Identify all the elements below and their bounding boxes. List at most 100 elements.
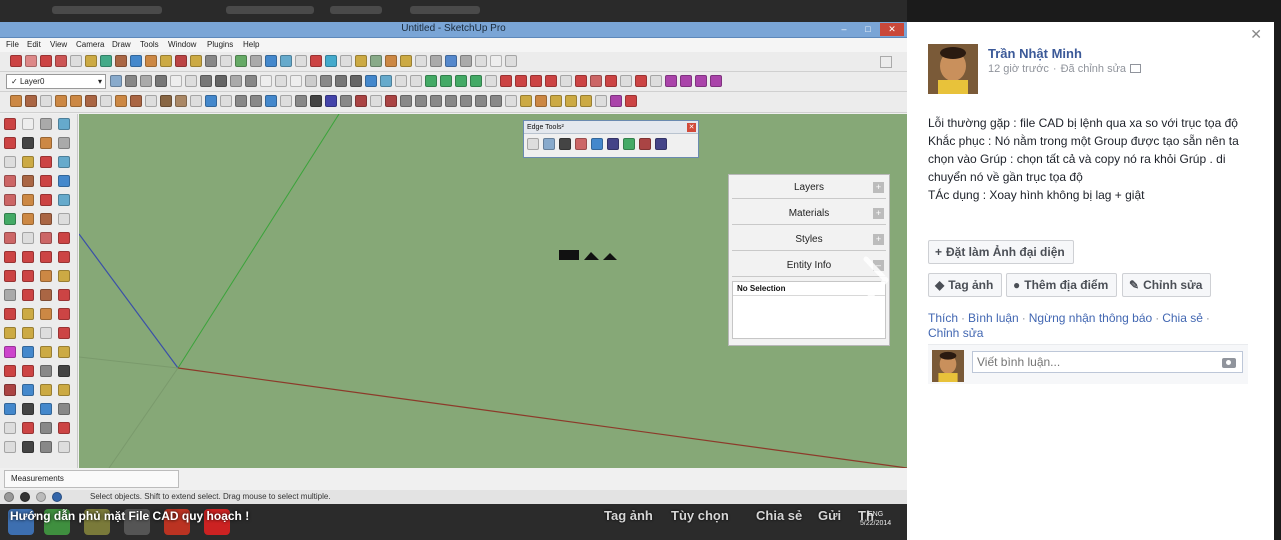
status-icons xyxy=(4,492,62,502)
privacy-icon[interactable] xyxy=(1130,64,1142,73)
photo-caption: Hướng dẫn phủ mặt File CAD quy hoạch ! xyxy=(10,509,250,523)
sketchup-menubar: File Edit View Camera Draw Tools Window … xyxy=(0,38,907,52)
toolbar-icons-2 xyxy=(110,75,722,89)
close-window-icon: ✕ xyxy=(880,23,904,36)
edit-button[interactable]: ✎ Chỉnh sửa xyxy=(1122,273,1212,297)
like-link[interactable]: Thích xyxy=(928,311,958,325)
close-icon[interactable]: ✕ xyxy=(1250,26,1262,43)
edge-tools-panel: Edge Tools² ✕ xyxy=(523,120,699,158)
camera-icon[interactable] xyxy=(1222,358,1236,368)
menu-plugins: Plugins xyxy=(207,40,234,49)
photo-tag-button[interactable]: Tag ảnh xyxy=(604,508,653,523)
menu-edit: Edit xyxy=(27,40,41,49)
taskbar-clock: ENG 5/22/2014 xyxy=(860,510,891,528)
tray-item-materials: Materials + xyxy=(732,203,886,225)
red-axis xyxy=(177,367,907,468)
status-bar: Select objects. Shift to extend select. … xyxy=(0,490,907,504)
next-photo-arrow-icon[interactable] xyxy=(858,255,892,305)
close-icon: ✕ xyxy=(687,123,696,132)
left-tool-palette xyxy=(0,114,78,468)
tray-item-layers: Layers + xyxy=(732,177,886,199)
tray-item-label: Styles xyxy=(795,234,823,245)
cad-object-1 xyxy=(559,250,579,260)
photo-send-button[interactable]: Gửi xyxy=(818,508,841,523)
red-axis-dotted xyxy=(79,356,179,369)
comment-link[interactable]: Bình luận xyxy=(968,311,1019,325)
minimize-icon: – xyxy=(841,24,847,34)
layer-select-value: Layer0 xyxy=(19,77,45,86)
toolbar-row-3 xyxy=(0,92,907,113)
photo[interactable]: Untitled - SketchUp Pro – □ ✕ File Edit … xyxy=(0,0,907,540)
post-actions: Thích · Bình luận · Ngừng nhận thông báo · Chi… xyxy=(928,311,1210,340)
maximize-icon: □ xyxy=(865,24,871,34)
comment-input[interactable] xyxy=(972,351,1243,373)
photo-viewer: Untitled - SketchUp Pro – □ ✕ File Edit … xyxy=(0,0,1281,540)
toolbar-row-2: ✓ Layer0 ▾ xyxy=(0,72,907,92)
clock-date: 5/22/2014 xyxy=(860,520,892,527)
toolbar-row-1 xyxy=(0,52,907,72)
tag-icon: ◆ xyxy=(935,278,945,292)
export-icon xyxy=(880,56,892,68)
post-edited[interactable]: Đã chỉnh sửa xyxy=(1061,63,1126,75)
post-line-1: Lỗi thường gặp : file CAD bị lệnh qua xa… xyxy=(928,116,1238,130)
tray-item-styles: Styles + xyxy=(732,229,886,251)
share-link[interactable]: Chia sẻ xyxy=(1162,311,1203,325)
tray-item-label: Entity Info xyxy=(786,260,832,271)
make-profile-picture-button[interactable]: + Đặt làm Ảnh đại diện xyxy=(928,240,1074,264)
add-location-button[interactable]: ● Thêm địa điểm xyxy=(1006,273,1118,297)
post-line-3: TÁc dụng : Xoay hình không bị lag + giật xyxy=(928,188,1145,202)
author-name[interactable]: Trần Nhật Minh xyxy=(988,46,1082,61)
post-time[interactable]: 12 giờ trước xyxy=(988,63,1049,75)
comment-box xyxy=(928,344,1248,384)
sketchup-viewport: Edge Tools² ✕ Layers + Materials + Styles +… xyxy=(79,114,907,468)
edge-tools-icons xyxy=(524,134,698,154)
cad-object-3 xyxy=(603,253,617,260)
menu-tools: Tools xyxy=(140,40,159,49)
plus-icon: + xyxy=(873,234,884,245)
tray-item-label: Materials xyxy=(788,208,830,219)
layer-select: ✓ Layer0 ▾ xyxy=(6,74,106,89)
status-text: Select objects. Shift to extend select. … xyxy=(90,492,331,501)
menu-window: Window xyxy=(168,40,197,49)
green-axis xyxy=(177,114,340,369)
post-side-panel: ✕ Trần Nhật Minh 12 giờ trước · Đã chỉnh s… xyxy=(907,22,1274,540)
toolbar-icons-1 xyxy=(10,55,517,69)
author-avatar[interactable] xyxy=(928,44,978,94)
plus-icon: + xyxy=(873,182,884,193)
check-icon: ✓ xyxy=(11,77,20,86)
tag-photo-button[interactable]: ◆ Tag ảnh xyxy=(928,273,1003,297)
sketchup-title-bar: Untitled - SketchUp Pro – □ ✕ xyxy=(0,22,907,38)
post-meta: 12 giờ trước · Đã chỉnh sửa xyxy=(988,63,1145,75)
commenter-avatar xyxy=(932,350,964,382)
menu-camera: Camera xyxy=(76,40,105,49)
edit-label: Chỉnh sửa xyxy=(1143,278,1203,292)
stop-notifications-link[interactable]: Ngừng nhận thông báo xyxy=(1029,311,1152,325)
window-title: Untitled - SketchUp Pro xyxy=(401,23,506,34)
blue-axis xyxy=(79,233,179,369)
menu-help: Help xyxy=(243,40,260,49)
photo-options-button[interactable]: Tùy chọn xyxy=(671,508,729,523)
post-text: Lỗi thường gặp : file CAD bị lệnh qua xa… xyxy=(928,114,1244,204)
photo-share-button[interactable]: Chia sẻ xyxy=(756,508,802,523)
measurements-box: Measurements xyxy=(4,470,179,488)
tool-icons xyxy=(4,118,74,458)
add-location-label: Thêm địa điểm xyxy=(1024,278,1109,292)
tag-photo-label: Tag ảnh xyxy=(948,278,994,292)
menu-draw: Draw xyxy=(112,40,131,49)
menu-file: File xyxy=(6,40,19,49)
menu-view: View xyxy=(50,40,68,49)
cad-object-2 xyxy=(584,252,599,260)
toolbar-icons-3 xyxy=(10,95,637,109)
chevron-down-icon: ▾ xyxy=(97,77,102,86)
blurred-header xyxy=(0,0,907,22)
make-profile-picture-label: Đặt làm Ảnh đại diện xyxy=(946,245,1065,259)
plus-icon: + xyxy=(935,245,943,259)
post-line-2: Khắc phục : Nó nằm trong một Group được … xyxy=(928,134,1239,184)
plus-icon: + xyxy=(873,208,884,219)
sketchup-window: Untitled - SketchUp Pro – □ ✕ File Edit … xyxy=(0,22,907,518)
edit-link[interactable]: Chỉnh sửa xyxy=(928,326,983,340)
edge-tools-title: Edge Tools² xyxy=(524,121,698,134)
location-pin-icon: ● xyxy=(1013,278,1021,292)
pencil-icon: ✎ xyxy=(1129,278,1140,292)
green-axis-dotted xyxy=(108,367,179,468)
